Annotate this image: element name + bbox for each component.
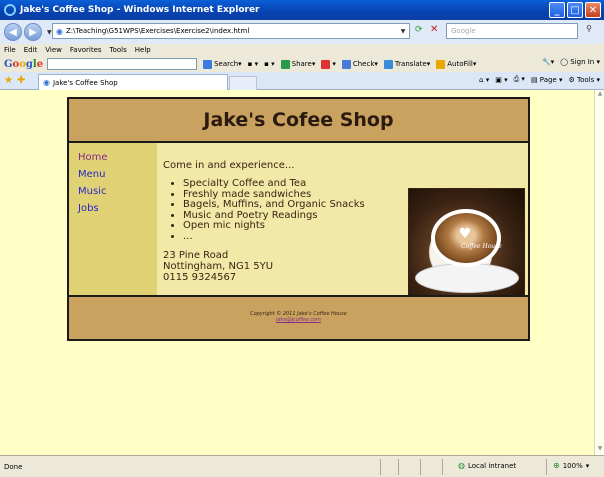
scroll-down-icon[interactable]: ▼ [595, 445, 604, 455]
zoom-icon: ⊕ [553, 461, 560, 470]
status-separator [442, 459, 443, 475]
nav-link-jobs[interactable]: Jobs [78, 203, 157, 214]
intro-text: Come in and experience... [163, 160, 295, 171]
bookmark-button[interactable]: ▾ [321, 59, 336, 69]
tools-menu[interactable]: ⚙ Tools ▾ [568, 76, 600, 84]
autofill-button[interactable]: AutoFill ▾ [436, 59, 476, 69]
globe-icon: ◍ [458, 461, 465, 470]
nav-link-home[interactable]: Home [78, 152, 157, 163]
site-footer: Copyright © 2011 Jake's Coffee House jak… [69, 295, 528, 339]
signin-button[interactable]: ◯ Sign In ▾ [560, 58, 600, 66]
vertical-scrollbar[interactable]: ▲ ▼ [594, 90, 604, 455]
menu-favorites[interactable]: Favorites [70, 46, 102, 54]
refresh-icon[interactable]: ⟳ [415, 25, 423, 35]
back-button[interactable]: ◀ [4, 23, 22, 41]
google-toolbar-right: 🔧▾ ◯ Sign In ▾ [542, 58, 600, 66]
search-icon [203, 59, 213, 69]
autofill-icon [436, 59, 446, 69]
share-icon [280, 59, 290, 69]
status-separator [380, 459, 381, 475]
ie-logo-icon [4, 4, 16, 16]
google-toolbar: Google Search ▾ ▪ ▾ ▪ ▾ Share ▾ ▾ Check … [0, 56, 604, 72]
menu-bar: File Edit View Favorites Tools Help [0, 44, 604, 56]
home-icon[interactable]: ⌂ ▾ [479, 76, 489, 84]
status-separator [420, 459, 421, 475]
translate-button[interactable]: Translate ▾ [383, 59, 430, 69]
translate-icon [383, 59, 393, 69]
print-icon[interactable]: ⎙ ▾ [514, 75, 525, 84]
bookmark-icon [321, 59, 331, 69]
wrench-icon[interactable]: 🔧▾ [542, 58, 554, 66]
history-dropdown-icon[interactable]: ▼ [47, 29, 52, 36]
status-text: Done [4, 462, 23, 471]
menu-view[interactable]: View [45, 46, 62, 54]
maximize-button[interactable]: □ [567, 2, 583, 18]
status-separator [398, 459, 399, 475]
minimize-button[interactable]: _ [549, 2, 565, 18]
address-dropdown-icon[interactable]: ▼ [397, 28, 409, 35]
command-bar: ⌂ ▾ ▣ ▾ ⎙ ▾ ▤ Page ▾ ⚙ Tools ▾ [479, 75, 600, 84]
page-menu[interactable]: ▤ Page ▾ [531, 76, 563, 84]
feeds-icon[interactable]: ▣ ▾ [495, 76, 507, 84]
site-header: Jake's Cofee Shop [69, 99, 528, 143]
address-url[interactable]: Z:\Teaching\G51WPS\Exercises\Exercise2\i… [66, 27, 397, 35]
toolbar-more-button[interactable]: ▪ ▾ [248, 60, 258, 68]
toolbar-layout-button[interactable]: ▪ ▾ [264, 60, 274, 68]
security-zone[interactable]: ◍ Local intranet [458, 461, 516, 470]
tab-jakes-coffee-shop[interactable]: ◉ Jake's Coffee Shop [38, 74, 228, 90]
google-logo: Google [4, 58, 44, 70]
page-viewport: Jake's Cofee Shop Home Menu Music Jobs C… [0, 90, 594, 455]
nav-link-music[interactable]: Music [78, 186, 157, 197]
address-row: ◀ ▶ ▼ ◉ Z:\Teaching\G51WPS\Exercises\Exe… [0, 20, 604, 44]
menu-edit[interactable]: Edit [24, 46, 38, 54]
google-search-input[interactable] [47, 58, 198, 70]
status-separator [546, 459, 547, 475]
address-field[interactable]: ◉ Z:\Teaching\G51WPS\Exercises\Exercise2… [52, 23, 410, 39]
page-icon: ◉ [43, 78, 50, 87]
stop-icon[interactable]: ✕ [430, 24, 438, 35]
menu-file[interactable]: File [4, 46, 16, 54]
add-favorites-icon[interactable]: ✚ [17, 75, 25, 86]
zoom-level[interactable]: ⊕ 100% ▾ [553, 461, 589, 470]
saucer-shape [415, 263, 519, 293]
tab-bar: ★ ✚ ◉ Jake's Coffee Shop ⌂ ▾ ▣ ▾ ⎙ ▾ ▤ P… [0, 72, 604, 90]
forward-button[interactable]: ▶ [24, 23, 42, 41]
google-search-button[interactable]: Search ▾ [203, 59, 242, 69]
zoom-dropdown-icon[interactable]: ▾ [586, 462, 590, 470]
site-container: Jake's Cofee Shop Home Menu Music Jobs C… [67, 97, 530, 341]
search-icon[interactable]: ⚲ [580, 24, 598, 38]
nav-link-menu[interactable]: Menu [78, 169, 157, 180]
menu-tools[interactable]: Tools [110, 46, 127, 54]
image-caption: Coffee House [461, 243, 502, 250]
window-controls: _ □ ✕ [549, 2, 601, 18]
close-button[interactable]: ✕ [585, 2, 601, 18]
favorites-star-icon[interactable]: ★ [4, 75, 13, 86]
share-button[interactable]: Share ▾ [280, 59, 315, 69]
coffee-image: ♥ Coffee House [408, 188, 525, 305]
check-button[interactable]: Check ▾ [341, 59, 378, 69]
page-icon: ◉ [56, 26, 63, 36]
latte-heart-icon: ♥ [458, 226, 472, 242]
window-title: Jake's Coffee Shop - Windows Internet Ex… [20, 5, 260, 15]
scroll-up-icon[interactable]: ▲ [595, 90, 604, 100]
new-tab-button[interactable] [229, 76, 257, 90]
menu-help[interactable]: Help [135, 46, 151, 54]
site-nav: Home Menu Music Jobs [69, 143, 157, 295]
status-bar: Done ◍ Local intranet ⊕ 100% ▾ [0, 455, 604, 477]
site-title: Jake's Cofee Shop [203, 109, 394, 131]
footer-email-link[interactable]: jake@jcoffee.com [276, 317, 321, 323]
search-input[interactable]: Google [446, 23, 578, 39]
spellcheck-icon [341, 59, 351, 69]
window-title-bar[interactable]: Jake's Coffee Shop - Windows Internet Ex… [0, 0, 604, 20]
